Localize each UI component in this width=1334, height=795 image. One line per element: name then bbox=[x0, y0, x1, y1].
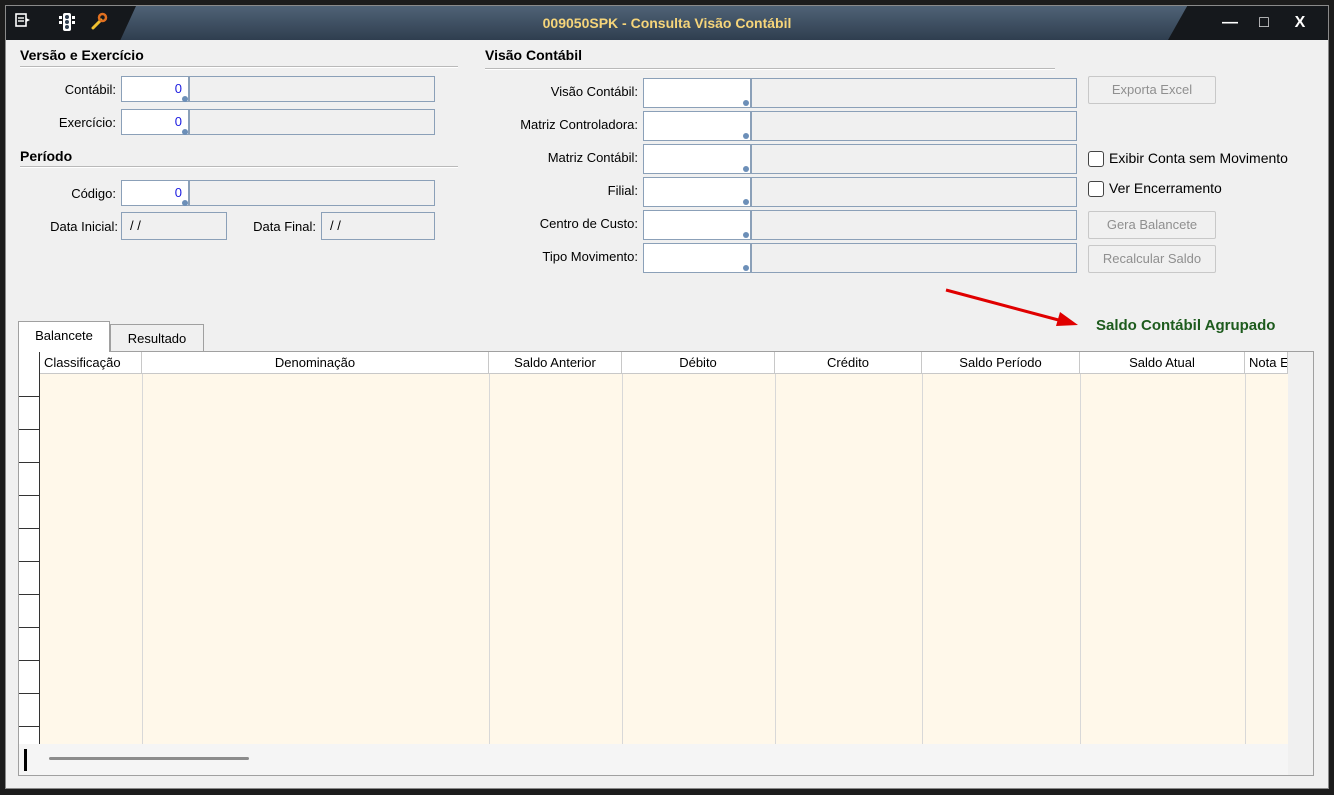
column-divider bbox=[775, 374, 776, 744]
data-inicial-input[interactable]: / / bbox=[121, 212, 227, 240]
visao-contabil-code-input[interactable] bbox=[643, 78, 751, 108]
saldo-contabil-agrupado-label: Saldo Contábil Agrupado bbox=[1096, 317, 1276, 334]
column-header[interactable]: Saldo Anterior bbox=[489, 352, 622, 374]
traffic-light-icon[interactable] bbox=[56, 12, 78, 34]
window-title: 009050SPK - Consulta Visão Contábil bbox=[542, 15, 792, 31]
matriz-controladora-label: Matriz Controladora: bbox=[520, 117, 638, 132]
contabil-code-input[interactable]: 0 bbox=[121, 76, 189, 102]
main-window: 009050SPK - Consulta Visão Contábil — □ … bbox=[5, 5, 1329, 789]
contabil-label: Contábil: bbox=[64, 82, 116, 97]
row-marker bbox=[19, 726, 39, 727]
red-arrow-icon bbox=[945, 288, 1078, 326]
column-divider bbox=[142, 374, 143, 744]
matriz-controladora-code-input[interactable] bbox=[643, 111, 751, 141]
codigo-label: Código: bbox=[71, 186, 116, 201]
lookup-icon[interactable] bbox=[182, 96, 188, 102]
exercicio-code-input[interactable]: 0 bbox=[121, 109, 189, 135]
tipo-movimento-code-input[interactable] bbox=[643, 243, 751, 273]
visao-contabil-description-field bbox=[751, 78, 1077, 108]
lookup-icon[interactable] bbox=[743, 265, 749, 271]
minimize-button[interactable]: — bbox=[1216, 11, 1244, 35]
column-divider bbox=[1080, 374, 1081, 744]
codigo-input[interactable]: 0 bbox=[121, 180, 189, 206]
balancete-grid[interactable]: Classificação Denominação Saldo Anterior Dé… bbox=[18, 351, 1314, 776]
visao-contabil-label: Visão Contábil: bbox=[550, 84, 638, 99]
centro-de-custo-label: Centro de Custo: bbox=[539, 216, 638, 231]
tab-resultado[interactable]: Resultado bbox=[110, 324, 204, 354]
row-marker bbox=[19, 396, 39, 397]
exercicio-description-field bbox=[189, 109, 435, 135]
filial-description-field bbox=[751, 177, 1077, 207]
title-bar: 009050SPK - Consulta Visão Contábil — □ … bbox=[6, 6, 1328, 40]
exporta-excel-button[interactable]: Exporta Excel bbox=[1088, 76, 1216, 104]
tipo-movimento-label: Tipo Movimento: bbox=[542, 249, 638, 264]
lookup-icon[interactable] bbox=[743, 232, 749, 238]
column-header[interactable]: Saldo Período bbox=[922, 352, 1080, 374]
wrench-icon[interactable] bbox=[88, 12, 110, 34]
row-marker bbox=[19, 561, 39, 562]
row-marker bbox=[19, 462, 39, 463]
column-header[interactable]: Nota E bbox=[1245, 352, 1288, 374]
row-marker bbox=[19, 528, 39, 529]
close-button[interactable]: X bbox=[1286, 11, 1314, 35]
vertical-scrollbar[interactable] bbox=[1288, 352, 1313, 775]
centro-de-custo-code-input[interactable] bbox=[643, 210, 751, 240]
recalcular-saldo-button[interactable]: Recalcular Saldo bbox=[1088, 245, 1216, 273]
section-versao-exercicio: Versão e Exercício bbox=[20, 47, 144, 63]
gera-balancete-button[interactable]: Gera Balancete bbox=[1088, 211, 1216, 239]
row-marker bbox=[19, 495, 39, 496]
lookup-icon[interactable] bbox=[743, 199, 749, 205]
section-divider bbox=[485, 68, 1055, 70]
centro-de-custo-description-field bbox=[751, 210, 1077, 240]
row-marker bbox=[19, 627, 39, 628]
exercicio-label: Exercício: bbox=[58, 115, 116, 130]
lookup-icon[interactable] bbox=[743, 166, 749, 172]
filial-code-input[interactable] bbox=[643, 177, 751, 207]
maximize-button[interactable]: □ bbox=[1250, 11, 1278, 35]
column-header[interactable]: Crédito bbox=[775, 352, 922, 374]
column-header[interactable]: Classificação bbox=[40, 352, 142, 374]
ver-encerramento-checkbox[interactable] bbox=[1088, 181, 1104, 197]
column-divider bbox=[622, 374, 623, 744]
column-header[interactable]: Débito bbox=[622, 352, 775, 374]
row-marker bbox=[19, 429, 39, 430]
row-marker bbox=[19, 594, 39, 595]
column-divider bbox=[1245, 374, 1246, 744]
matriz-contabil-code-input[interactable] bbox=[643, 144, 751, 174]
data-final-label: Data Final: bbox=[253, 219, 316, 234]
exibir-conta-label: Exibir Conta sem Movimento bbox=[1109, 150, 1288, 166]
column-header[interactable]: Denominação bbox=[142, 352, 489, 374]
lookup-icon[interactable] bbox=[743, 100, 749, 106]
row-marker bbox=[19, 693, 39, 694]
column-divider bbox=[922, 374, 923, 744]
matriz-contabil-label: Matriz Contábil: bbox=[547, 150, 638, 165]
menu-icon[interactable] bbox=[12, 12, 34, 34]
window-frame: 009050SPK - Consulta Visão Contábil — □ … bbox=[0, 0, 1334, 795]
exibir-conta-checkbox[interactable] bbox=[1088, 151, 1104, 167]
horizontal-scroll-thumb[interactable] bbox=[49, 757, 249, 760]
codigo-description-field bbox=[189, 180, 435, 206]
lookup-icon[interactable] bbox=[743, 133, 749, 139]
tab-balancete[interactable]: Balancete bbox=[18, 321, 110, 352]
data-final-input[interactable]: / / bbox=[321, 212, 435, 240]
column-divider bbox=[489, 374, 490, 744]
column-header[interactable]: Saldo Atual bbox=[1080, 352, 1245, 374]
filial-label: Filial: bbox=[607, 183, 638, 198]
tipo-movimento-description-field bbox=[751, 243, 1077, 273]
section-periodo: Período bbox=[20, 148, 73, 164]
row-marker bbox=[19, 660, 39, 661]
horizontal-scrollbar[interactable] bbox=[19, 744, 1288, 775]
lookup-icon[interactable] bbox=[182, 129, 188, 135]
contabil-description-field bbox=[189, 76, 435, 102]
matriz-controladora-description-field bbox=[751, 111, 1077, 141]
section-visao-contabil: Visão Contábil bbox=[485, 47, 582, 63]
section-divider bbox=[20, 66, 458, 68]
section-divider bbox=[20, 166, 458, 168]
matriz-contabil-description-field bbox=[751, 144, 1077, 174]
data-inicial-label: Data Inicial: bbox=[50, 219, 118, 234]
grid-body[interactable] bbox=[40, 374, 1288, 744]
lookup-icon[interactable] bbox=[182, 200, 188, 206]
row-indicator-column bbox=[19, 352, 40, 745]
ver-encerramento-label: Ver Encerramento bbox=[1109, 180, 1222, 196]
